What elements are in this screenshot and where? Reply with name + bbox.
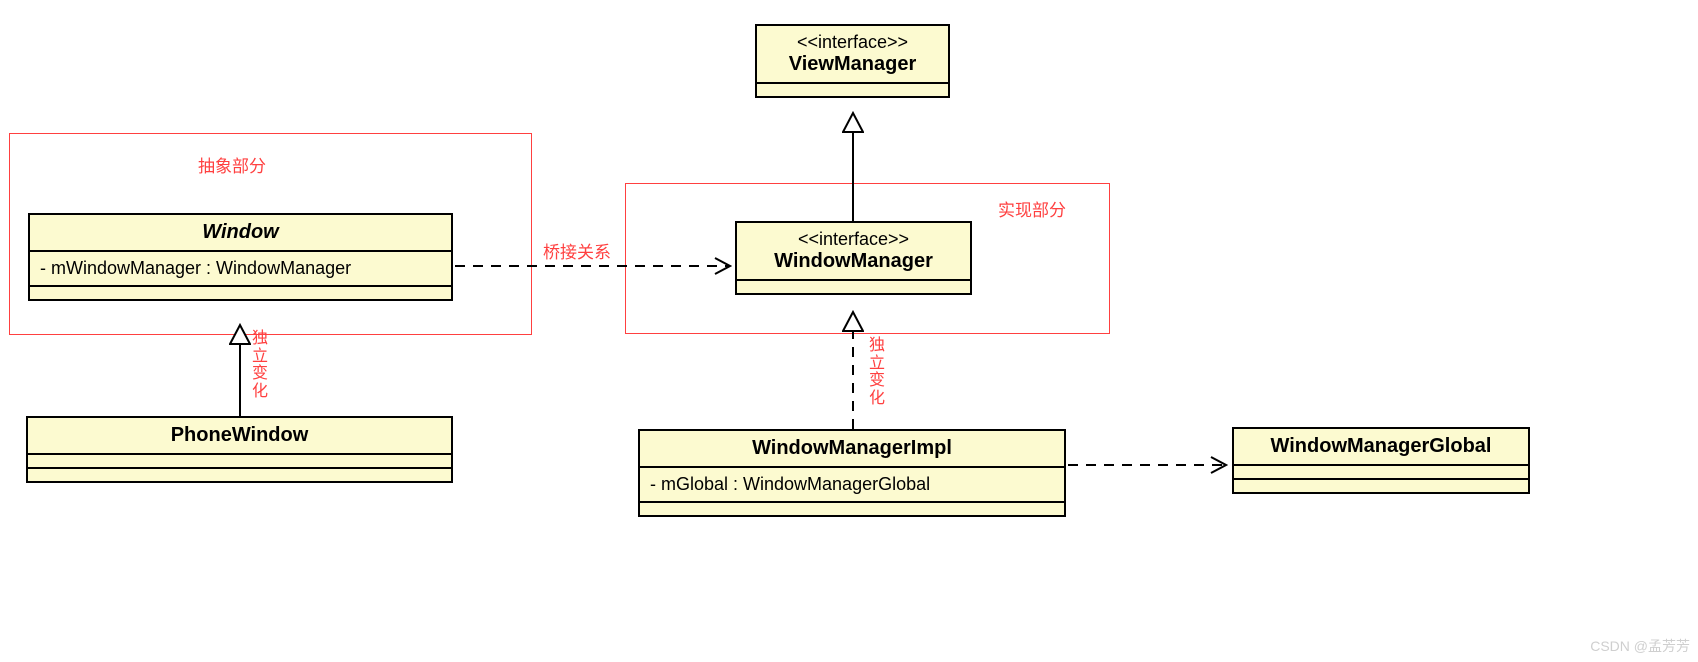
- windowmanagerimpl-name: WindowManagerImpl: [650, 437, 1054, 460]
- windowmanagerimpl-class: WindowManagerImpl - mGlobal : WindowMana…: [638, 429, 1066, 517]
- independent-label-left: 独立变化: [252, 330, 268, 400]
- viewmanager-stereotype: <<interface>>: [767, 32, 938, 53]
- window-empty-section: [30, 285, 451, 299]
- abstract-region-label: 抽象部分: [198, 152, 266, 177]
- windowmanagerglobal-empty-section-1: [1234, 464, 1528, 478]
- bridge-label: 桥接关系: [543, 238, 611, 263]
- windowmanager-name: WindowManager: [747, 250, 960, 273]
- independent-label-right: 独立变化: [869, 337, 885, 407]
- windowmanagerglobal-name: WindowManagerGlobal: [1244, 435, 1518, 458]
- windowmanager-empty-section: [737, 279, 970, 293]
- window-name: Window: [40, 221, 441, 244]
- window-class: Window - mWindowManager : WindowManager: [28, 213, 453, 301]
- windowmanagerglobal-class: WindowManagerGlobal: [1232, 427, 1530, 494]
- phonewindow-name: PhoneWindow: [38, 424, 441, 447]
- windowmanagerimpl-empty-section: [640, 501, 1064, 515]
- windowmanagerimpl-member: - mGlobal : WindowManagerGlobal: [640, 466, 1064, 501]
- implement-region-label: 实现部分: [998, 196, 1066, 221]
- windowmanagerglobal-empty-section-2: [1234, 478, 1528, 492]
- viewmanager-name: ViewManager: [767, 53, 938, 76]
- phonewindow-class: PhoneWindow: [26, 416, 453, 483]
- viewmanager-interface: <<interface>> ViewManager: [755, 24, 950, 98]
- windowmanager-interface: <<interface>> WindowManager: [735, 221, 972, 295]
- windowmanager-stereotype: <<interface>>: [747, 229, 960, 250]
- viewmanager-empty-section: [757, 82, 948, 96]
- watermark: CSDN @孟芳芳: [1590, 636, 1690, 656]
- phonewindow-empty-section-1: [28, 453, 451, 467]
- window-member: - mWindowManager : WindowManager: [30, 250, 451, 285]
- phonewindow-empty-section-2: [28, 467, 451, 481]
